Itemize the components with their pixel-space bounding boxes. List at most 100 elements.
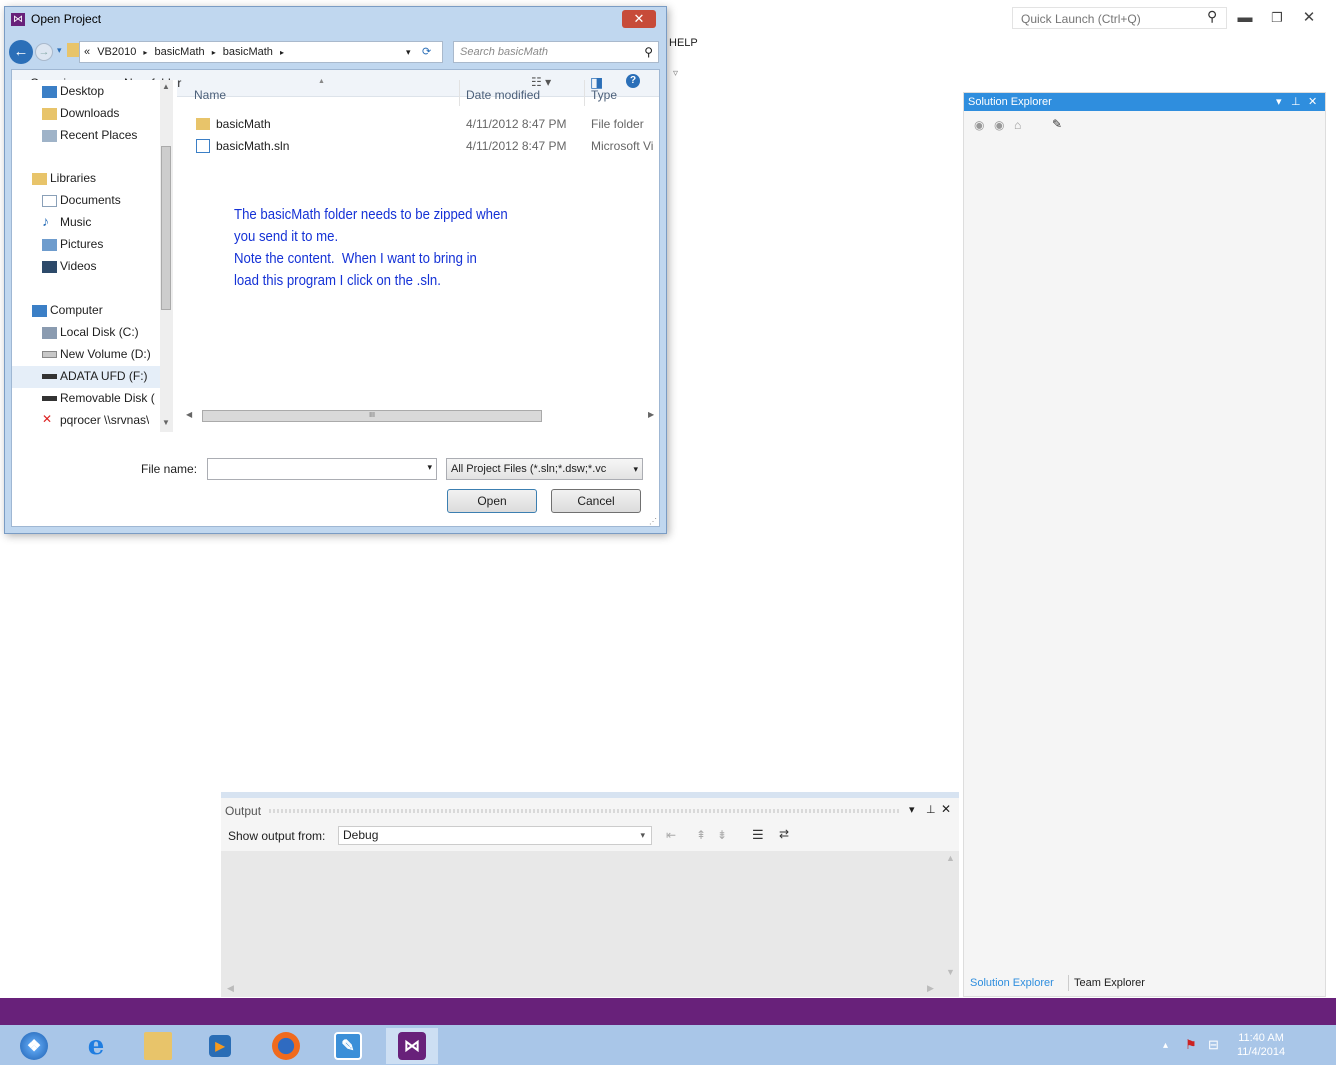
close-pane-icon[interactable]: ✕ [1308, 93, 1317, 111]
scroll-down-icon[interactable]: ▼ [946, 967, 955, 977]
resize-grip-icon[interactable]: ⋰ [649, 517, 657, 526]
scroll-up-icon[interactable]: ▲ [946, 853, 955, 863]
file-type: Microsoft Vi [591, 139, 654, 153]
breadcrumb-separator-icon[interactable]: ▸ [208, 48, 220, 57]
file-list-hscrollbar[interactable]: ◀ III ▶ [182, 408, 656, 424]
quick-launch-input[interactable] [1019, 9, 1203, 29]
nav-recent-places[interactable]: Recent Places [60, 128, 137, 142]
tray-clock[interactable]: 11:40 AM 11/4/2014 [1237, 1031, 1285, 1059]
file-name-input[interactable]: ▾ [207, 458, 437, 480]
find-message-icon[interactable]: ⇤ [666, 828, 676, 842]
search-placeholder: Search basicMath [460, 46, 549, 58]
dropdown-icon[interactable]: ▾ [1276, 93, 1282, 111]
nav-libraries[interactable]: Libraries [50, 171, 96, 185]
scroll-right-icon[interactable]: ▶ [927, 983, 934, 994]
file-row[interactable]: basicMath 4/11/2012 8:47 PM File folder [186, 117, 666, 137]
output-source-select[interactable]: Debug ▾ [338, 826, 652, 845]
forward-icon[interactable]: ◉ [994, 118, 1004, 132]
column-name[interactable]: Name [194, 88, 226, 102]
back-button[interactable]: ← [9, 40, 33, 64]
column-date-modified[interactable]: Date modified [466, 88, 540, 102]
taskbar-internet-explorer[interactable]: e [70, 1028, 122, 1064]
dialog-close-button[interactable]: ✕ [622, 10, 656, 28]
file-date: 4/11/2012 8:47 PM [466, 117, 567, 131]
dropdown-icon[interactable]: ▾ [909, 803, 915, 816]
solution-explorer-titlebar[interactable]: Solution Explorer ▾ ⊥ ✕ [964, 93, 1325, 111]
nav-pictures[interactable]: Pictures [60, 237, 103, 251]
tab-solution-explorer[interactable]: Solution Explorer [970, 977, 1054, 989]
pin-icon[interactable]: ⊥ [926, 803, 936, 816]
nav-music[interactable]: Music [60, 215, 91, 229]
column-type[interactable]: Type [591, 88, 617, 102]
close-window-button[interactable]: ✕ [1298, 8, 1320, 28]
taskbar-media-player[interactable]: ▶ [194, 1028, 246, 1064]
scroll-down-icon[interactable]: ▼ [162, 418, 170, 427]
nav-downloads[interactable]: Downloads [60, 106, 119, 120]
prev-message-icon[interactable]: ⇞ [696, 828, 706, 842]
search-box[interactable]: Search basicMath ⚲ [453, 41, 659, 63]
menu-help[interactable]: HELP [669, 37, 698, 49]
scroll-left-icon[interactable]: ◀ [186, 410, 192, 419]
nav-new-volume-d[interactable]: New Volume (D:) [60, 347, 151, 361]
refresh-icon[interactable]: ⟳ [422, 42, 431, 62]
back-icon[interactable]: ◉ [974, 118, 984, 132]
network-icon[interactable]: ⊟ [1208, 1037, 1219, 1053]
close-pane-icon[interactable]: ✕ [941, 802, 951, 816]
tab-team-explorer[interactable]: Team Explorer [1074, 977, 1145, 989]
nav-scroll-thumb[interactable] [161, 146, 171, 310]
taskbar-file-explorer[interactable] [132, 1028, 184, 1064]
chevron-down-icon[interactable]: ▾ [427, 462, 432, 473]
restore-button[interactable]: ❐ [1266, 8, 1288, 28]
scroll-up-icon[interactable]: ▲ [162, 82, 170, 91]
word-wrap-icon[interactable]: ⇄ [779, 827, 789, 841]
breadcrumb-overflow[interactable]: « [80, 46, 90, 58]
clear-all-icon[interactable]: ☰ [752, 827, 764, 843]
next-message-icon[interactable]: ⇟ [717, 828, 727, 842]
nav-desktop[interactable]: Desktop [60, 84, 104, 98]
menu-overflow-icon[interactable]: ▿ [673, 68, 678, 79]
nav-documents[interactable]: Documents [60, 193, 121, 207]
breadcrumb-basicmath-current[interactable]: basicMath [223, 46, 273, 58]
recent-locations-icon[interactable]: ▾ [57, 45, 62, 56]
home-icon[interactable]: ⌂ [1014, 118, 1021, 132]
nav-network-drive[interactable]: pqrocer \\srvnas\ [60, 413, 149, 427]
breadcrumb-separator-icon[interactable]: ▸ [139, 48, 151, 57]
action-center-icon[interactable]: ⚑ [1185, 1037, 1197, 1053]
pin-icon[interactable]: ⊥ [1291, 93, 1301, 111]
file-type-filter-select[interactable]: All Project Files (*.sln;*.dsw;*.vc ▾ [446, 458, 643, 480]
nav-removable-disk[interactable]: Removable Disk ( [60, 391, 155, 405]
address-dropdown-icon[interactable]: ▾ [406, 42, 411, 62]
breadcrumb-basicmath[interactable]: basicMath [154, 46, 204, 58]
taskbar-visual-studio[interactable]: ⋈ [386, 1028, 438, 1064]
output-vertical-scrollbar[interactable]: ▲ ▼ [942, 851, 958, 977]
forward-button[interactable]: → [35, 43, 53, 61]
solution-explorer-title: Solution Explorer [968, 96, 1052, 108]
nav-computer[interactable]: Computer [50, 303, 103, 317]
taskbar-firefox[interactable] [260, 1028, 312, 1064]
start-button[interactable]: ❖ [8, 1028, 60, 1064]
nav-local-disk-c[interactable]: Local Disk (C:) [60, 325, 139, 339]
nav-adata-ufd-f[interactable]: ADATA UFD (F:) [60, 369, 148, 383]
file-row[interactable]: basicMath.sln 4/11/2012 8:47 PM Microsof… [186, 139, 666, 159]
search-icon[interactable]: ⚲ [1207, 8, 1217, 25]
address-bar[interactable]: « VB2010 ▸ basicMath ▸ basicMath ▸ ▾ ⟳ [79, 41, 443, 63]
minimize-button[interactable]: ▬ [1234, 8, 1256, 28]
nav-videos[interactable]: Videos [60, 259, 96, 273]
scroll-left-icon[interactable]: ◀ [227, 983, 234, 994]
search-icon[interactable]: ⚲ [644, 42, 653, 62]
breadcrumb-vb2010[interactable]: VB2010 [93, 46, 136, 58]
breadcrumb-separator-icon[interactable]: ▸ [276, 48, 288, 57]
quick-launch-box[interactable] [1012, 7, 1227, 29]
properties-wrench-icon[interactable]: ✎ [1052, 117, 1062, 131]
hscroll-thumb[interactable]: III [202, 410, 542, 422]
output-text-area[interactable] [221, 851, 959, 997]
tray-expand-icon[interactable]: ▴ [1163, 1040, 1168, 1051]
nav-pane-scrollbar[interactable]: ▲ ▼ [160, 80, 173, 432]
file-type: File folder [591, 117, 644, 131]
scroll-right-icon[interactable]: ▶ [648, 410, 654, 419]
taskbar-notepad[interactable]: ✎ [322, 1028, 374, 1064]
music-icon: ♪ [42, 213, 49, 229]
solution-explorer-toolbar: ◉ ◉ ⌂ ✎ [964, 113, 1325, 139]
open-button[interactable]: Open [447, 489, 537, 513]
cancel-button[interactable]: Cancel [551, 489, 641, 513]
